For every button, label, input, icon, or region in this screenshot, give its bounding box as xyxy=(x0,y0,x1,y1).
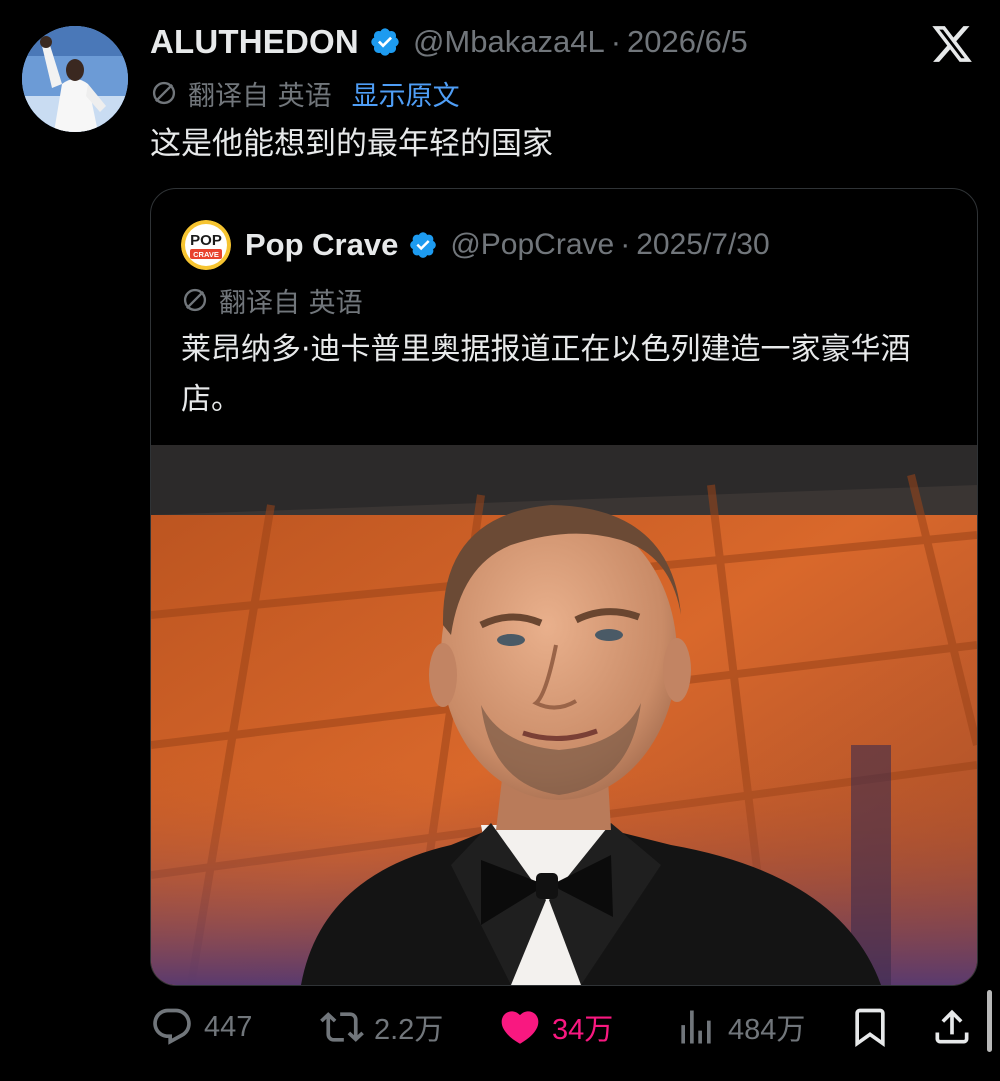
reply-icon xyxy=(153,1008,191,1045)
translation-notice: 翻译自 英语 显示原文 xyxy=(150,74,460,112)
translate-icon xyxy=(152,81,176,105)
quoted-translated-from-label: 翻译自 英语 xyxy=(219,287,363,319)
portrait-photo xyxy=(151,445,977,985)
share-icon xyxy=(935,1009,969,1044)
quoted-tweet-card[interactable]: POP CRAVE Pop Crave @PopCrave · 2025/7/3… xyxy=(150,188,978,986)
translated-from-label: 翻译自 英语 xyxy=(188,80,332,112)
bookmark-icon xyxy=(855,1008,885,1048)
x-logo-icon xyxy=(932,26,972,62)
logo-text-pop: POP xyxy=(190,232,222,249)
author-handle[interactable]: @Mbakaza4L xyxy=(413,24,605,60)
repost-icon xyxy=(320,1012,364,1042)
header-separator: · xyxy=(610,24,622,59)
author-display-name[interactable]: ALUTHEDON xyxy=(150,23,359,61)
tweet-header: ALUTHEDON @Mbakaza4L · 2026/6/5 xyxy=(150,20,748,64)
quoted-tweet-text: 莱昂纳多·迪卡普里奥据报道正在以色列建造一家豪华酒店。 xyxy=(181,332,911,417)
repost-button[interactable]: 2.2万 xyxy=(320,1000,443,1054)
scrollbar[interactable] xyxy=(987,990,992,1052)
reply-button[interactable]: 447 xyxy=(150,1000,252,1054)
like-icon xyxy=(501,1011,539,1044)
quoted-author-handle[interactable]: @PopCrave xyxy=(450,228,614,262)
show-original-link[interactable]: 显示原文 xyxy=(352,74,460,113)
avatar-photo xyxy=(22,26,128,132)
repost-count: 2.2万 xyxy=(374,1014,444,1046)
translate-icon xyxy=(183,288,207,312)
like-count: 34万 xyxy=(552,1014,614,1046)
share-button[interactable] xyxy=(930,1000,974,1054)
quoted-translation-notice: 翻译自 英语 xyxy=(181,281,363,319)
views-count: 484万 xyxy=(728,1014,806,1046)
like-button[interactable]: 34万 xyxy=(498,1000,613,1054)
author-avatar[interactable] xyxy=(22,26,128,132)
logo-text-crave: CRAVE xyxy=(193,250,219,259)
reply-count: 447 xyxy=(204,1010,253,1043)
quoted-tweet-date[interactable]: 2025/7/30 xyxy=(636,228,769,262)
tweet-text: 这是他能想到的最年轻的国家 xyxy=(150,126,553,162)
verified-badge-icon xyxy=(371,28,399,56)
views-icon xyxy=(681,1010,711,1044)
quoted-header-separator: · xyxy=(620,228,631,261)
quoted-tweet-photo[interactable] xyxy=(151,445,977,985)
views-button[interactable]: 484万 xyxy=(674,1000,805,1054)
quoted-tweet-header: POP CRAVE Pop Crave @PopCrave · 2025/7/3… xyxy=(181,219,770,271)
tweet-actions: 447 2.2万 34万 484万 xyxy=(150,1000,980,1054)
pop-crave-logo[interactable]: POP CRAVE xyxy=(181,220,231,270)
quoted-author-name[interactable]: Pop Crave xyxy=(245,227,398,263)
verified-badge-icon xyxy=(410,232,437,258)
bookmark-button[interactable] xyxy=(848,1000,892,1054)
tweet-date[interactable]: 2026/6/5 xyxy=(627,24,748,60)
